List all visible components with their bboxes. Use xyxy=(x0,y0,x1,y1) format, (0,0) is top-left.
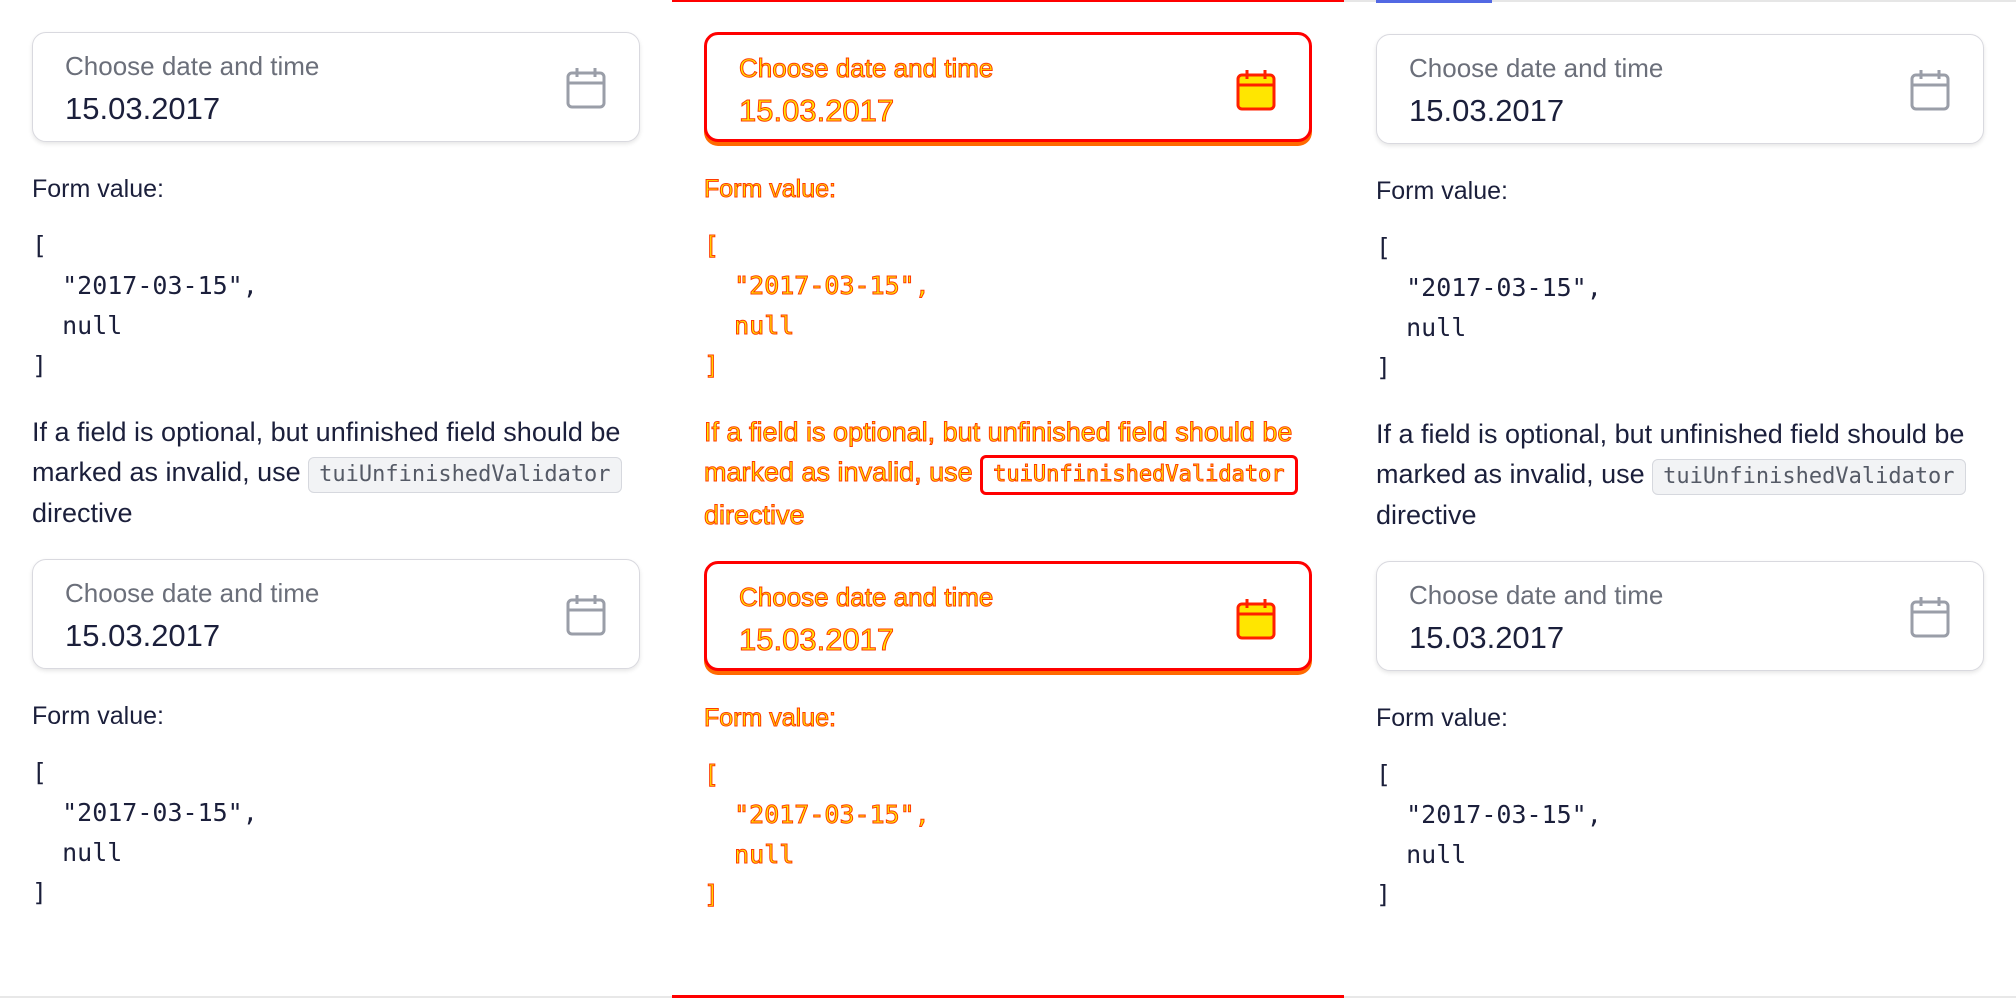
form-value-label-2: Form value: xyxy=(1376,704,1508,732)
calendar-icon[interactable] xyxy=(1235,68,1277,112)
panel-content: Choose date and time 15.03.2017 Form val… xyxy=(32,32,640,913)
note-suffix: directive xyxy=(1376,500,1477,530)
active-tab-indicator xyxy=(1376,0,1492,3)
form-value-json: [ "2017-03-15", null ] xyxy=(704,231,931,381)
form-value-json: [ "2017-03-15", null ] xyxy=(32,231,258,380)
field-label: Choose date and time xyxy=(1409,53,1664,83)
calendar-icon[interactable] xyxy=(565,593,607,637)
date-time-field[interactable]: Choose date and time 15.03.2017 xyxy=(704,32,1312,142)
field-label: Choose date and time xyxy=(738,582,994,613)
calendar-icon[interactable] xyxy=(565,66,607,110)
form-value-json: [ "2017-03-15", null ] xyxy=(1376,233,1602,382)
field-value[interactable]: 15.03.2017 xyxy=(1409,620,1564,656)
directive-code: tuiUnfinishedValidator xyxy=(308,457,622,493)
calendar-icon[interactable] xyxy=(1909,595,1951,639)
form-value-label-2: Form value: xyxy=(704,704,837,733)
form-value-label: Form value: xyxy=(1376,177,1508,205)
field-value[interactable]: 15.03.2017 xyxy=(1409,93,1564,129)
diff-bottom-border xyxy=(672,995,1344,998)
panel-content: Choose date and time 15.03.2017 Form val… xyxy=(703,32,1312,915)
form-value-json-2: [ "2017-03-15", null ] xyxy=(704,760,931,910)
note-suffix: directive xyxy=(32,498,133,528)
unfinished-note: If a field is optional, but unfinished f… xyxy=(703,412,1312,535)
directive-code: tuiUnfinishedValidator xyxy=(980,455,1298,495)
calendar-icon[interactable] xyxy=(1909,68,1951,112)
form-value-label: Form value: xyxy=(32,175,164,203)
field-label: Choose date and time xyxy=(65,578,320,608)
field-value[interactable]: 15.03.2017 xyxy=(738,93,894,129)
date-time-field-2[interactable]: Choose date and time 15.03.2017 xyxy=(32,559,640,669)
panel-right: Choose date and time 15.03.2017 Form val… xyxy=(1344,0,2016,1000)
form-value-label: Form value: xyxy=(704,175,837,204)
field-value[interactable]: 15.03.2017 xyxy=(65,618,220,654)
date-time-field[interactable]: Choose date and time 15.03.2017 xyxy=(32,32,640,142)
note-suffix: directive xyxy=(704,500,806,531)
form-value-json-2: [ "2017-03-15", null ] xyxy=(1376,760,1602,909)
panel-content: Choose date and time 15.03.2017 Form val… xyxy=(1376,34,1984,915)
date-time-field-2[interactable]: Choose date and time 15.03.2017 xyxy=(704,561,1312,671)
directive-code: tuiUnfinishedValidator xyxy=(1652,459,1966,495)
panel-divider xyxy=(1344,996,2016,998)
field-value[interactable]: 15.03.2017 xyxy=(65,91,220,127)
field-label: Choose date and time xyxy=(65,51,320,81)
calendar-icon[interactable] xyxy=(1235,597,1277,641)
field-label: Choose date and time xyxy=(1409,580,1664,610)
date-time-field[interactable]: Choose date and time 15.03.2017 xyxy=(1376,34,1984,144)
diff-top-border xyxy=(672,0,1344,2)
form-value-label-2: Form value: xyxy=(32,702,164,730)
field-value[interactable]: 15.03.2017 xyxy=(738,622,894,658)
field-label: Choose date and time xyxy=(738,53,994,84)
panel-middle-diff: Choose date and time 15.03.2017 Form val… xyxy=(672,0,1344,1000)
panel-divider xyxy=(0,996,672,998)
date-time-field-2[interactable]: Choose date and time 15.03.2017 xyxy=(1376,561,1984,671)
unfinished-note: If a field is optional, but unfinished f… xyxy=(32,412,640,533)
form-value-json-2: [ "2017-03-15", null ] xyxy=(32,758,258,907)
panel-left: Choose date and time 15.03.2017 Form val… xyxy=(0,0,672,1000)
unfinished-note: If a field is optional, but unfinished f… xyxy=(1376,414,1984,535)
